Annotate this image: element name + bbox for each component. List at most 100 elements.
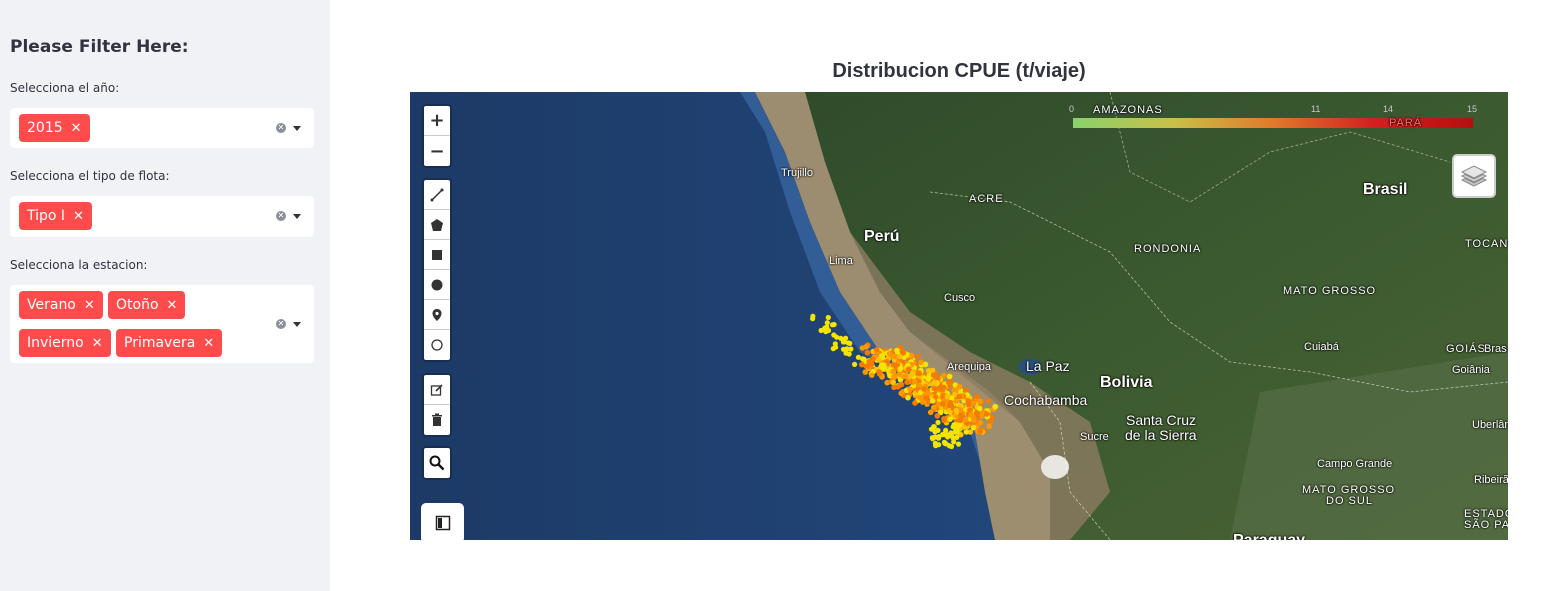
cpue-point (894, 347, 900, 354)
cpue-point (963, 387, 969, 394)
cpue-point (955, 441, 962, 447)
cpue-point (940, 431, 946, 438)
cpue-point (896, 371, 903, 378)
zoom-in-button[interactable]: + (424, 106, 450, 136)
map[interactable]: 0 11 14 15 AMAZONAS PARÁ Trujillo ACRE B… (410, 92, 1508, 540)
remove-tag-icon[interactable]: ✕ (92, 330, 103, 358)
measure-icon (435, 515, 450, 531)
cpue-points-layer (810, 313, 998, 450)
remove-tag-icon[interactable]: ✕ (84, 292, 95, 320)
cpue-point (986, 423, 992, 430)
layers-button[interactable] (1452, 154, 1496, 198)
cpue-point (987, 418, 993, 424)
cpue-point (863, 344, 869, 350)
cpue-point (947, 416, 953, 423)
cpue-point (921, 386, 927, 392)
cpue-point (963, 416, 969, 423)
season-tag-primavera: Primavera ✕ (116, 329, 223, 358)
cpue-point (874, 347, 880, 353)
cpue-point (907, 386, 914, 393)
zoom-out-button[interactable]: − (424, 136, 450, 166)
cpue-point (890, 379, 896, 386)
cpue-point (911, 378, 918, 385)
cpue-point (891, 384, 897, 391)
polyline-icon[interactable] (424, 180, 450, 210)
cpue-point (976, 405, 983, 412)
cpue-point (956, 393, 963, 400)
cpue-point (909, 353, 915, 359)
cpue-point (939, 386, 945, 393)
remove-tag-icon[interactable]: ✕ (71, 115, 82, 143)
cpue-point (834, 334, 840, 340)
cpue-point (831, 321, 837, 328)
polygon-icon[interactable] (424, 210, 450, 240)
circlemarker-icon[interactable] (424, 330, 450, 360)
cpue-point (974, 393, 981, 400)
cpue-point (930, 372, 937, 379)
cpue-point (943, 441, 949, 447)
cpue-point (929, 398, 936, 404)
cpue-point (932, 429, 938, 435)
cpue-point (859, 361, 865, 368)
cpue-point (846, 351, 852, 357)
cpue-point (915, 353, 921, 360)
clear-icon[interactable]: ✕ (276, 123, 286, 133)
circle-icon[interactable] (424, 270, 450, 300)
fleet-filter-label: Selecciona el tipo de flota: (10, 169, 170, 183)
cpue-point (950, 435, 956, 441)
cpue-point (931, 404, 937, 411)
cpue-point (889, 353, 895, 360)
rectangle-icon[interactable] (424, 240, 450, 270)
remove-tag-icon[interactable]: ✕ (167, 292, 178, 320)
marker-icon[interactable] (424, 300, 450, 330)
season-tag-verano: Verano ✕ (19, 291, 103, 319)
season-multiselect[interactable]: Verano ✕ Otoño ✕ Invierno ✕ Primavera ✕ ✕ (10, 285, 314, 363)
clear-icon[interactable]: ✕ (276, 319, 286, 329)
season-tag-invierno: Invierno ✕ (19, 329, 111, 357)
cpue-point (810, 316, 816, 322)
remove-tag-icon[interactable]: ✕ (73, 203, 84, 231)
cpue-point (869, 372, 875, 379)
cpue-point (898, 390, 904, 397)
edit-icon[interactable] (424, 375, 450, 405)
cpue-point (852, 361, 858, 367)
cpue-point (891, 373, 897, 380)
chevron-down-icon[interactable] (293, 322, 301, 327)
sidebar-title: Please Filter Here: (10, 37, 189, 57)
cpue-point (897, 366, 904, 372)
remove-tag-icon[interactable]: ✕ (203, 330, 214, 358)
cpue-point (905, 366, 912, 373)
fleet-multiselect[interactable]: Tipo I ✕ ✕ (10, 196, 314, 237)
delete-icon[interactable] (424, 405, 450, 435)
cpue-point (890, 368, 896, 375)
year-multiselect[interactable]: 2015 ✕ ✕ (10, 108, 314, 148)
cpue-point (977, 398, 984, 405)
cpue-point (823, 329, 829, 335)
year-tag: 2015 ✕ (19, 114, 90, 142)
cpue-point (963, 429, 970, 435)
cpue-point (864, 349, 871, 356)
search-icon[interactable] (424, 448, 450, 478)
cpue-point (922, 361, 929, 368)
cpue-point (881, 362, 887, 368)
cpue-point (970, 424, 977, 431)
clear-icon[interactable]: ✕ (276, 211, 286, 221)
cpue-point (977, 428, 984, 435)
chevron-down-icon[interactable] (293, 214, 301, 219)
cpue-point (957, 417, 963, 424)
cpue-point (931, 424, 937, 430)
chevron-down-icon[interactable] (293, 126, 301, 131)
cpue-point (965, 398, 971, 404)
cpue-point (983, 411, 990, 417)
cpue-point (992, 403, 998, 410)
cpue-point (944, 393, 951, 400)
cpue-point (916, 370, 922, 377)
cpue-point (985, 398, 991, 404)
cpue-point (940, 401, 946, 407)
cpue-point (953, 387, 959, 393)
cpue-point (840, 346, 847, 352)
measure-button[interactable] (421, 503, 464, 540)
cpue-point (876, 369, 882, 375)
cpue-point (951, 422, 957, 428)
cpue-point (865, 362, 871, 369)
